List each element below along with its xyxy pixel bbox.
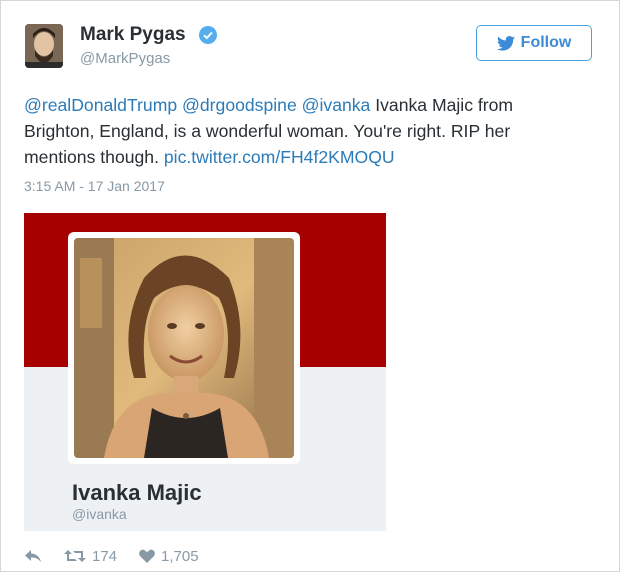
like-button[interactable]: 1,705 [139,548,199,565]
author-name[interactable]: Mark Pygas [80,24,186,46]
retweet-icon [64,550,86,562]
author-handle[interactable]: @MarkPygas [80,50,170,67]
mention-link[interactable]: @realDonaldTrump [24,95,177,115]
timestamp[interactable]: 3:15 AM - 17 Jan 2017 [24,178,165,194]
heart-icon [139,549,155,563]
follow-label: Follow [520,34,572,51]
verified-icon [199,26,217,44]
media-link[interactable]: pic.twitter.com/FH4f2KMOQU [164,147,395,167]
profile-photo-frame [68,232,300,464]
follow-button[interactable]: Follow [476,25,592,61]
twitter-bird-icon [496,35,515,51]
mention-link[interactable]: @ivanka [302,95,371,115]
reply-icon [25,550,41,562]
reply-button[interactable] [24,549,42,563]
like-count: 1,705 [161,547,199,565]
retweet-button[interactable]: 174 [64,548,117,565]
tweet-text: @realDonaldTrump @drgoodspine @ivanka Iv… [24,92,584,170]
profile-card-name[interactable]: Ivanka Majic [72,480,202,506]
author-avatar[interactable] [25,24,63,68]
retweet-count: 174 [92,547,118,565]
tweet-actions: 174 1,705 [24,546,221,566]
profile-card[interactable]: Ivanka Majic @ivanka [24,213,386,531]
profile-photo [74,238,294,458]
mention-link[interactable]: @drgoodspine [182,95,297,115]
profile-card-handle[interactable]: @ivanka [72,506,127,522]
